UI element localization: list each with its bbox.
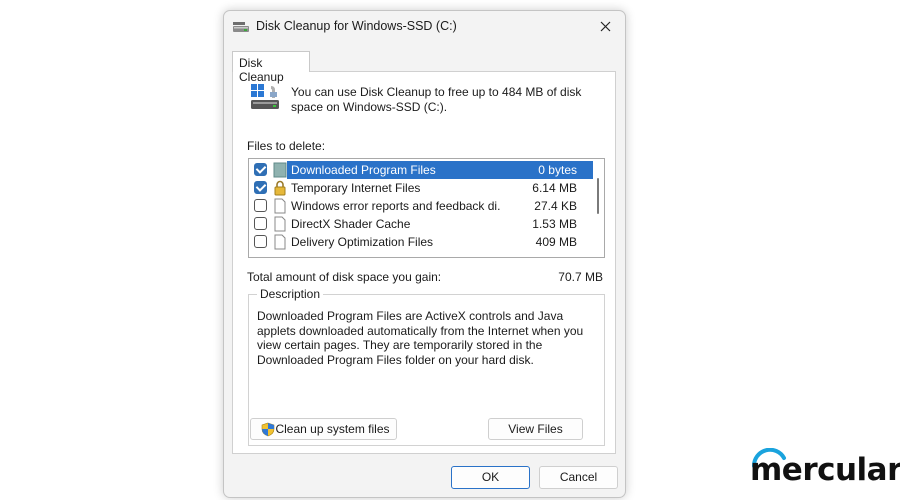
tab-panel: You can use Disk Cleanup to free up to 4…	[232, 71, 616, 454]
disk-cleanup-window: Disk Cleanup for Windows-SSD (C:) Disk C…	[223, 10, 626, 498]
file-checkbox[interactable]	[254, 199, 267, 212]
list-scrollbar[interactable]	[593, 160, 603, 256]
disk-cleanup-icon	[232, 19, 250, 35]
file-size: 27.4 KB	[534, 199, 577, 213]
list-item[interactable]: Downloaded Program Files 0 bytes	[251, 161, 593, 179]
view-files-button[interactable]: View Files	[488, 418, 583, 440]
window-title: Disk Cleanup for Windows-SSD (C:)	[256, 19, 457, 33]
file-size: 6.14 MB	[532, 181, 577, 195]
file-icon	[273, 234, 287, 250]
list-item[interactable]: DirectX Shader Cache 1.53 MB	[251, 215, 591, 233]
file-size: 1.53 MB	[532, 217, 577, 231]
ok-button[interactable]: OK	[451, 466, 530, 489]
list-item[interactable]: Temporary Internet Files 6.14 MB	[251, 179, 591, 197]
folder-icon	[273, 162, 287, 178]
file-size: 409 MB	[535, 235, 577, 249]
total-gain-value: 70.7 MB	[558, 270, 603, 284]
file-checkbox[interactable]	[254, 181, 267, 194]
file-name: DirectX Shader Cache	[291, 217, 411, 231]
close-button[interactable]	[593, 15, 619, 39]
file-checkbox[interactable]	[254, 217, 267, 230]
file-name: Windows error reports and feedback di...	[291, 199, 501, 213]
file-size: 0 bytes	[538, 163, 577, 177]
file-checkbox[interactable]	[254, 235, 267, 248]
files-to-delete-label: Files to delete:	[247, 139, 326, 153]
disk-cleanup-large-icon	[249, 82, 283, 112]
description-text: Downloaded Program Files are ActiveX con…	[257, 309, 584, 367]
list-item[interactable]: Delivery Optimization Files 409 MB	[251, 233, 591, 251]
title-bar[interactable]: Disk Cleanup for Windows-SSD (C:)	[224, 11, 625, 43]
file-name: Temporary Internet Files	[291, 181, 421, 195]
cancel-button[interactable]: Cancel	[539, 466, 618, 489]
total-gain-label: Total amount of disk space you gain:	[247, 270, 442, 284]
close-icon	[600, 21, 611, 32]
brand-text: mercular.	[750, 452, 900, 488]
mercular-logo: mercular.	[750, 448, 900, 496]
file-icon	[273, 216, 287, 232]
clean-up-system-files-button[interactable]: Clean up system files	[250, 418, 397, 440]
file-icon	[273, 198, 287, 214]
clean-up-system-files-label: Clean up system files	[275, 422, 390, 436]
intro-text: You can use Disk Cleanup to free up to 4…	[291, 85, 582, 114]
scrollbar-thumb[interactable]	[597, 178, 599, 214]
description-legend: Description	[257, 287, 324, 301]
file-name: Delivery Optimization Files	[291, 235, 434, 249]
lock-icon	[273, 180, 287, 196]
file-checkbox[interactable]	[254, 163, 267, 176]
uac-shield-icon	[261, 422, 275, 443]
file-name: Downloaded Program Files	[291, 163, 436, 177]
files-to-delete-list[interactable]: Downloaded Program Files 0 bytes Tempora…	[248, 158, 605, 258]
tab-disk-cleanup[interactable]: Disk Cleanup	[232, 51, 310, 84]
list-item[interactable]: Windows error reports and feedback di...…	[251, 197, 591, 215]
